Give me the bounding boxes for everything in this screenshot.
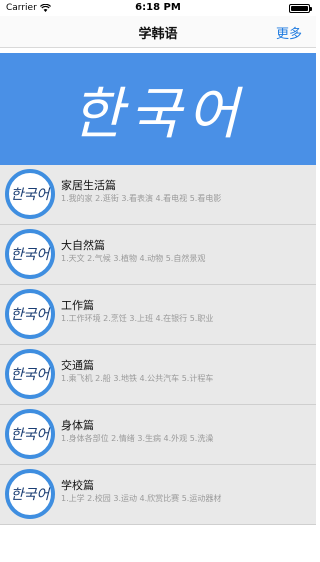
list-item[interactable]: 한국어 身体篇 1.身体各部位 2.情绪 3.生病 4.外观 5.洗澡 [0, 405, 316, 465]
avatar-text: 한국어 [10, 367, 50, 383]
avatar-text: 한국어 [10, 487, 50, 503]
battery-icon [289, 4, 312, 13]
avatar: 한국어 [5, 229, 55, 279]
status-time: 6:18 PM [135, 2, 181, 13]
avatar: 한국어 [5, 349, 55, 399]
avatar: 한국어 [5, 409, 55, 459]
navigation-bar: 学韩语 更多 [0, 16, 316, 48]
status-bar: Carrier 6:18 PM [0, 0, 316, 16]
list-item-subtitle: 1.天文 2.气候 3.植物 4.动物 5.自然景观 [61, 254, 206, 263]
list-item-title: 大自然篇 [61, 239, 105, 252]
list-item-title: 学校篇 [61, 479, 94, 492]
avatar-text: 한국어 [10, 247, 50, 263]
app-screen: Carrier 6:18 PM 学韩语 更多 한국어 한국어 家居生活篇 1.我的家… [0, 0, 316, 562]
avatar-text: 한국어 [10, 187, 50, 203]
list-item-subtitle: 1.我的家 2.逛街 3.看表演 4.看电视 5.看电影 [61, 194, 222, 203]
page-title: 学韩语 [138, 27, 178, 42]
list-item-subtitle: 1.乘飞机 2.船 3.地铁 4.公共汽车 5.计程车 [61, 374, 214, 383]
list-item-title: 身体篇 [61, 419, 94, 432]
list-item[interactable]: 한국어 大自然篇 1.天文 2.气候 3.植物 4.动物 5.自然景观 [0, 225, 316, 285]
category-list: 한국어 家居生活篇 1.我的家 2.逛街 3.看表演 4.看电视 5.看电影 한국어 大… [0, 165, 316, 525]
list-item-title: 家居生活篇 [61, 179, 116, 192]
list-item-subtitle: 1.身体各部位 2.情绪 3.生病 4.外观 5.洗澡 [61, 434, 214, 443]
battery-fill [291, 6, 308, 11]
list-item-title: 交通篇 [61, 359, 94, 372]
avatar-text: 한국어 [10, 307, 50, 323]
more-button[interactable]: 更多 [276, 23, 302, 42]
list-item[interactable]: 한국어 学校篇 1.上学 2.校园 3.运动 4.欣赏比赛 5.运动器材 [0, 465, 316, 525]
list-item[interactable]: 한국어 工作篇 1.工作环境 2.烹饪 3.上班 4.在银行 5.职业 [0, 285, 316, 345]
list-item-subtitle: 1.上学 2.校园 3.运动 4.欣赏比赛 5.运动器材 [61, 494, 222, 503]
header-banner: 한국어 [0, 53, 316, 165]
avatar: 한국어 [5, 289, 55, 339]
list-item-title: 工作篇 [61, 299, 94, 312]
list-item[interactable]: 한국어 家居生活篇 1.我的家 2.逛街 3.看表演 4.看电视 5.看电影 [0, 165, 316, 225]
avatar-text: 한국어 [10, 427, 50, 443]
list-item-subtitle: 1.工作环境 2.烹饪 3.上班 4.在银行 5.职业 [61, 314, 214, 323]
avatar: 한국어 [5, 469, 55, 519]
banner-title: 한국어 [71, 81, 245, 147]
avatar: 한국어 [5, 169, 55, 219]
list-item[interactable]: 한국어 交通篇 1.乘飞机 2.船 3.地铁 4.公共汽车 5.计程车 [0, 345, 316, 405]
